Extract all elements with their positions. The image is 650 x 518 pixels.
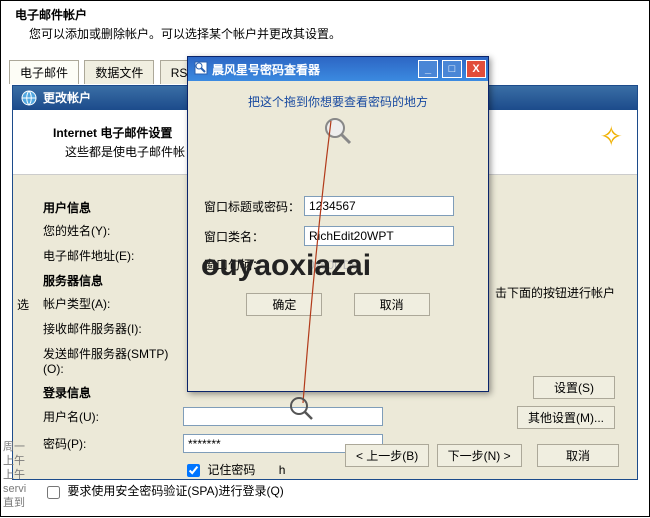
- cursor-star-icon: ✧: [600, 120, 623, 153]
- spa-checkbox[interactable]: 要求使用安全密码验证(SPA)进行登录(Q): [43, 484, 284, 498]
- wizard-buttons: < 上一步(B) 下一步(N) > 取消: [341, 444, 619, 467]
- next-button[interactable]: 下一步(N) >: [437, 444, 522, 467]
- popup-ok-button[interactable]: 确定: [246, 293, 322, 316]
- remember-password-label: 记住密码: [207, 463, 255, 477]
- popup-titlebar[interactable]: 晨风星号密码查看器 _ □ X: [188, 57, 488, 81]
- label-email: 电子邮件地址(E):: [43, 247, 183, 264]
- label-name: 您的姓名(Y):: [43, 222, 183, 239]
- accounts-desc: 您可以添加或删除帐户。可以选择某个帐户并更改其设置。: [29, 25, 639, 42]
- accounts-title: 电子邮件帐户: [15, 6, 639, 23]
- spa-label: 要求使用安全密码验证(SPA)进行登录(Q): [67, 484, 283, 498]
- label-handle: 窗口句柄：: [204, 256, 304, 273]
- label-account-type: 帐户类型(A):: [43, 295, 183, 312]
- remember-password-box[interactable]: [187, 464, 200, 477]
- tab-datafile[interactable]: 数据文件: [84, 60, 154, 84]
- label-username: 用户名(U):: [43, 408, 183, 425]
- remember-password-checkbox[interactable]: 记住密码: [183, 463, 259, 477]
- magnifier-cursor-icon: [289, 396, 315, 425]
- right-note-text: 击下面的按钮进行帐户: [495, 284, 615, 301]
- cancel-button[interactable]: 取消: [537, 444, 619, 467]
- prev-button[interactable]: < 上一步(B): [345, 444, 429, 467]
- maximize-button[interactable]: □: [442, 60, 462, 78]
- label-outgoing: 发送邮件服务器(SMTP)(O):: [43, 345, 183, 376]
- popup-instruction: 把这个拖到你想要查看密码的地方: [204, 93, 472, 110]
- minimize-button[interactable]: _: [418, 60, 438, 78]
- classname-input[interactable]: [304, 226, 454, 246]
- close-button[interactable]: X: [466, 60, 486, 78]
- handle-value: 0x50DD6: [304, 258, 454, 272]
- popup-app-icon: [194, 61, 208, 78]
- tab-email[interactable]: 电子邮件: [9, 60, 79, 84]
- other-settings-button[interactable]: 其他设置(M)...: [517, 406, 615, 429]
- label-title-or-pwd: 窗口标题或密码：: [204, 198, 304, 215]
- dialog-title: 更改帐户: [43, 86, 91, 110]
- label-incoming: 接收邮件服务器(I):: [43, 320, 183, 337]
- title-or-pwd-input[interactable]: [304, 196, 454, 216]
- globe-icon: [21, 90, 37, 106]
- test-settings-button[interactable]: 设置(S): [533, 376, 615, 399]
- popup-title: 晨风星号密码查看器: [212, 61, 320, 78]
- left-hint: 选: [17, 296, 29, 313]
- popup-cancel-button[interactable]: 取消: [354, 293, 430, 316]
- password-viewer-popup: 晨风星号密码查看器 _ □ X 把这个拖到你想要查看密码的地方 窗口标题或密码：…: [187, 56, 489, 392]
- label-classname: 窗口类名：: [204, 228, 304, 245]
- magnifier-drag-icon[interactable]: [323, 116, 353, 146]
- label-password: 密码(P):: [43, 435, 183, 452]
- spa-box[interactable]: [47, 486, 60, 499]
- remember-suffix: h: [279, 463, 286, 477]
- accounts-header: 电子邮件帐户 您可以添加或删除帐户。可以选择某个帐户并更改其设置。: [9, 2, 639, 48]
- footer-hint: 周一 上午 上午 servi 直到: [3, 440, 26, 510]
- username-input[interactable]: [183, 407, 383, 426]
